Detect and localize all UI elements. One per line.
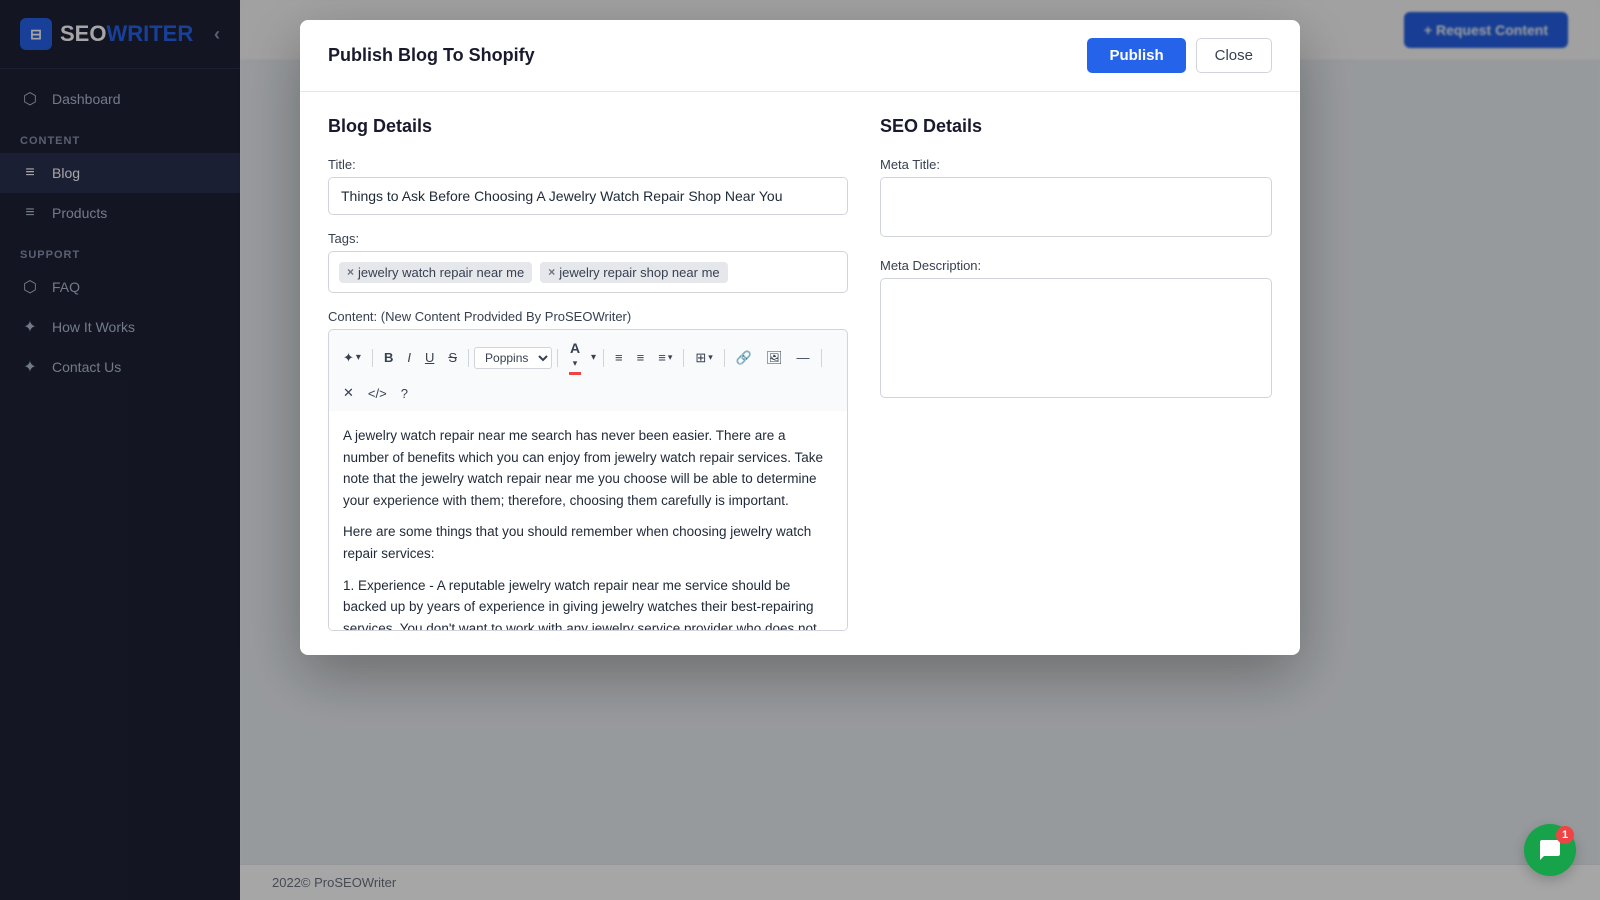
publish-modal: Publish Blog To Shopify Publish Close Bl…: [300, 20, 1300, 655]
toolbar-ul-btn[interactable]: ≡: [609, 346, 629, 369]
meta-desc-label: Meta Description:: [880, 258, 1272, 273]
content-label: Content: (New Content Prodvided By ProSE…: [328, 309, 848, 324]
seo-details-title: SEO Details: [880, 116, 1272, 137]
meta-title-label: Meta Title:: [880, 157, 1272, 172]
meta-desc-field-group: Meta Description:: [880, 258, 1272, 403]
toolbar-clear-btn[interactable]: ✕: [337, 381, 360, 405]
toolbar-bold-btn[interactable]: B: [378, 346, 399, 369]
title-input[interactable]: [328, 177, 848, 215]
tag-label: jewelry watch repair near me: [358, 265, 524, 280]
toolbar-table-btn[interactable]: ⊞ ▾: [689, 346, 718, 370]
tags-container: × jewelry watch repair near me × jewelry…: [328, 251, 848, 293]
modal-body: Blog Details Title: Tags: × jewelry watc…: [300, 92, 1300, 655]
toolbar-align-btn[interactable]: ≡ ▾: [652, 346, 678, 369]
modal-title: Publish Blog To Shopify: [328, 45, 535, 66]
content-field-group: Content: (New Content Prodvided By ProSE…: [328, 309, 848, 631]
publish-button[interactable]: Publish: [1087, 38, 1185, 73]
toolbar-help-btn[interactable]: ?: [395, 382, 414, 405]
toolbar-strikethrough-btn[interactable]: S: [442, 346, 463, 369]
tag-remove-icon[interactable]: ×: [347, 265, 354, 279]
meta-title-field-group: Meta Title:: [880, 157, 1272, 242]
toolbar-hr-btn[interactable]: —: [791, 346, 816, 369]
title-label: Title:: [328, 157, 848, 172]
blog-details-title: Blog Details: [328, 116, 848, 137]
modal-header-actions: Publish Close: [1087, 38, 1272, 73]
editor-body[interactable]: A jewelry watch repair near me search ha…: [328, 411, 848, 631]
toolbar-link-btn[interactable]: 🔗: [730, 346, 758, 370]
editor-paragraph: Here are some things that you should rem…: [343, 521, 833, 564]
toolbar-sep: [821, 349, 822, 367]
tag-item: × jewelry repair shop near me: [540, 262, 727, 283]
chat-bubble-button[interactable]: 1: [1524, 824, 1576, 876]
toolbar-magic-icon[interactable]: ✦ ▾: [337, 346, 367, 370]
seo-details-column: SEO Details Meta Title: Meta Description…: [880, 116, 1272, 631]
font-family-select[interactable]: Poppins: [474, 347, 552, 369]
toolbar-sep: [557, 349, 558, 367]
tags-label: Tags:: [328, 231, 848, 246]
toolbar-sep: [468, 349, 469, 367]
modal-header: Publish Blog To Shopify Publish Close: [300, 20, 1300, 92]
toolbar-ol-btn[interactable]: ≡: [631, 346, 651, 369]
tag-label: jewelry repair shop near me: [559, 265, 719, 280]
toolbar-font-color-btn[interactable]: A ▾: [563, 336, 587, 379]
editor-paragraph: 1. Experience - A reputable jewelry watc…: [343, 575, 833, 631]
tags-field-group: Tags: × jewelry watch repair near me × j…: [328, 231, 848, 293]
toolbar-italic-btn[interactable]: I: [401, 346, 417, 369]
blog-details-column: Blog Details Title: Tags: × jewelry watc…: [328, 116, 848, 631]
toolbar-code-btn[interactable]: </>: [362, 382, 393, 405]
chat-badge: 1: [1556, 826, 1574, 844]
toolbar-image-btn[interactable]: 🖼: [760, 346, 789, 370]
title-field-group: Title:: [328, 157, 848, 215]
close-button[interactable]: Close: [1196, 38, 1272, 73]
toolbar-underline-btn[interactable]: U: [419, 346, 440, 369]
editor-paragraph: A jewelry watch repair near me search ha…: [343, 425, 833, 511]
toolbar-sep: [603, 349, 604, 367]
modal-overlay: Publish Blog To Shopify Publish Close Bl…: [0, 0, 1600, 900]
tag-item: × jewelry watch repair near me: [339, 262, 532, 283]
meta-title-input[interactable]: [880, 177, 1272, 237]
toolbar-sep: [724, 349, 725, 367]
editor-toolbar: ✦ ▾ B I U S Poppins A ▾: [328, 329, 848, 411]
toolbar-sep: [372, 349, 373, 367]
meta-desc-input[interactable]: [880, 278, 1272, 398]
toolbar-sep: [683, 349, 684, 367]
toolbar-font-color-arrow[interactable]: ▾: [589, 348, 598, 367]
tag-remove-icon[interactable]: ×: [548, 265, 555, 279]
